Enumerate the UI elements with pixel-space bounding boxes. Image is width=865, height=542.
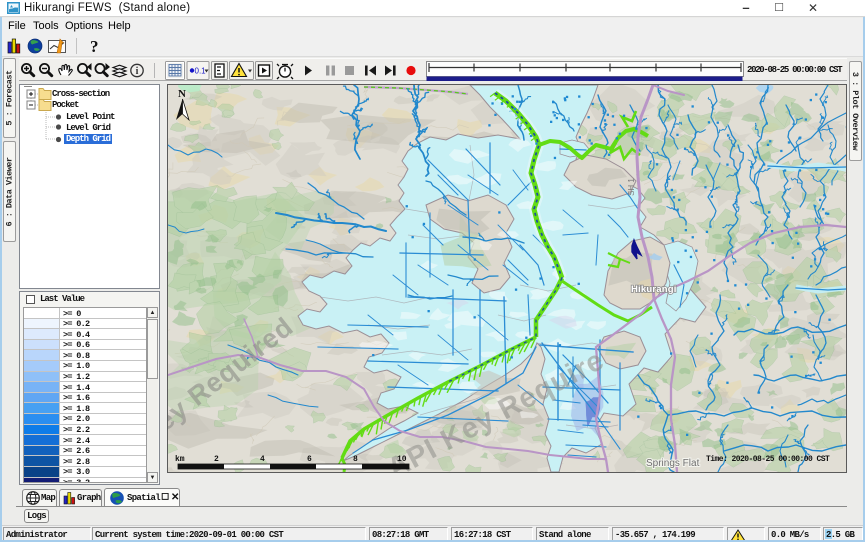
svg-text:8: 8 — [353, 455, 358, 464]
svg-text:6: 6 — [307, 455, 312, 464]
svg-text:10: 10 — [397, 455, 407, 464]
svg-text:?: ? — [90, 37, 99, 56]
svg-text:N: N — [178, 88, 186, 100]
svg-text:2: 2 — [214, 455, 219, 464]
svg-text:Hikurangi: Hikurangi — [631, 284, 677, 295]
svg-text:km: km — [175, 455, 185, 464]
svg-text:SH 1: SH 1 — [627, 178, 636, 196]
svg-text:Springs Flat: Springs Flat — [646, 458, 700, 469]
svg-text:0.1: 0.1 — [195, 67, 207, 76]
svg-text:Time: 2020-08-25 00:00:00 CST: Time: 2020-08-25 00:00:00 CST — [706, 455, 830, 464]
svg-text:4: 4 — [260, 455, 265, 464]
svg-text:i: i — [136, 66, 139, 77]
